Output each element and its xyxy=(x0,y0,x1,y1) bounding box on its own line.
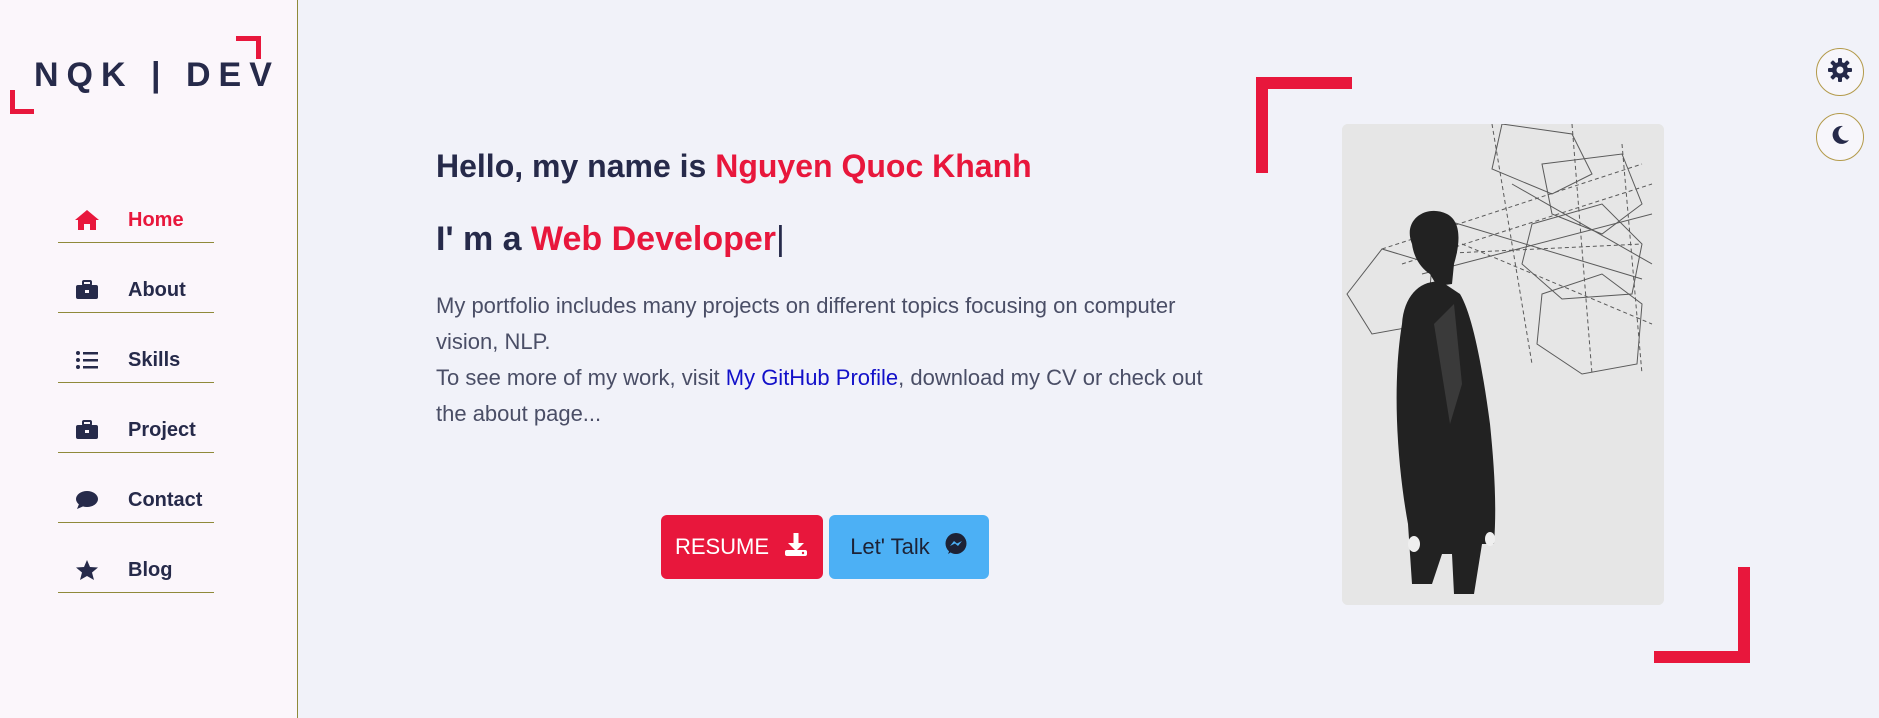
nav-item-skills[interactable]: Skills xyxy=(58,336,214,406)
logo-bracket-left xyxy=(10,90,34,114)
role-heading: I' m a Web Developer| xyxy=(436,220,785,259)
nav-item-about[interactable]: About xyxy=(58,266,214,336)
lets-talk-button[interactable]: Let' Talk xyxy=(829,515,989,579)
theme-toggle-button[interactable] xyxy=(1816,113,1864,161)
nav-item-project[interactable]: Project xyxy=(58,406,214,476)
nav-label-skills: Skills xyxy=(128,348,181,371)
nav-label-about: About xyxy=(128,278,186,301)
sidebar: NQK | DEV Home About Skills Project Cont… xyxy=(0,0,298,718)
settings-button[interactable] xyxy=(1816,48,1864,96)
briefcase-icon xyxy=(72,418,102,442)
role-prefix: I' m a xyxy=(436,220,532,258)
author-name: Nguyen Quoc Khanh xyxy=(715,148,1032,184)
greeting-heading: Hello, my name is Nguyen Quoc Khanh xyxy=(436,148,1032,185)
logo-text: NQK | DEV xyxy=(34,56,280,94)
greeting-prefix: Hello, my name is xyxy=(436,148,716,184)
logo[interactable]: NQK | DEV xyxy=(10,36,272,116)
nav-menu: Home About Skills Project Contact Blog xyxy=(58,196,214,616)
nav-label-contact: Contact xyxy=(128,488,203,511)
briefcase-icon xyxy=(72,278,102,302)
intro-line-2: To see more of my work, visit My GitHub … xyxy=(436,360,1236,432)
star-icon xyxy=(72,558,102,582)
resume-label: RESUME xyxy=(674,534,770,559)
profile-photo xyxy=(1342,124,1664,605)
home-icon xyxy=(72,208,102,232)
lets-talk-label: Let' Talk xyxy=(850,534,930,559)
photo-frame-bottom-right xyxy=(1654,567,1750,663)
gear-icon xyxy=(1827,57,1853,88)
intro-line-1: My portfolio includes many projects on d… xyxy=(436,293,1176,354)
nav-label-blog: Blog xyxy=(128,558,173,581)
typing-cursor: | xyxy=(776,220,785,258)
github-profile-link[interactable]: My GitHub Profile xyxy=(726,365,898,390)
photo-frame-top-left xyxy=(1256,77,1352,173)
messenger-icon xyxy=(930,532,968,562)
resume-button[interactable]: RESUME xyxy=(661,515,823,579)
chat-bubble-icon xyxy=(72,488,102,512)
nav-label-project: Project xyxy=(128,418,196,441)
intro-paragraph: My portfolio includes many projects on d… xyxy=(436,288,1236,432)
download-icon xyxy=(769,531,809,563)
list-icon xyxy=(72,348,102,372)
nav-item-home[interactable]: Home xyxy=(58,196,214,266)
role-text: Web Developer xyxy=(531,220,777,258)
nav-item-contact[interactable]: Contact xyxy=(58,476,214,546)
moon-icon xyxy=(1828,123,1852,152)
intro-line-2-prefix: To see more of my work, visit xyxy=(436,365,726,390)
nav-item-blog[interactable]: Blog xyxy=(58,546,214,616)
nav-label-home: Home xyxy=(128,208,184,231)
